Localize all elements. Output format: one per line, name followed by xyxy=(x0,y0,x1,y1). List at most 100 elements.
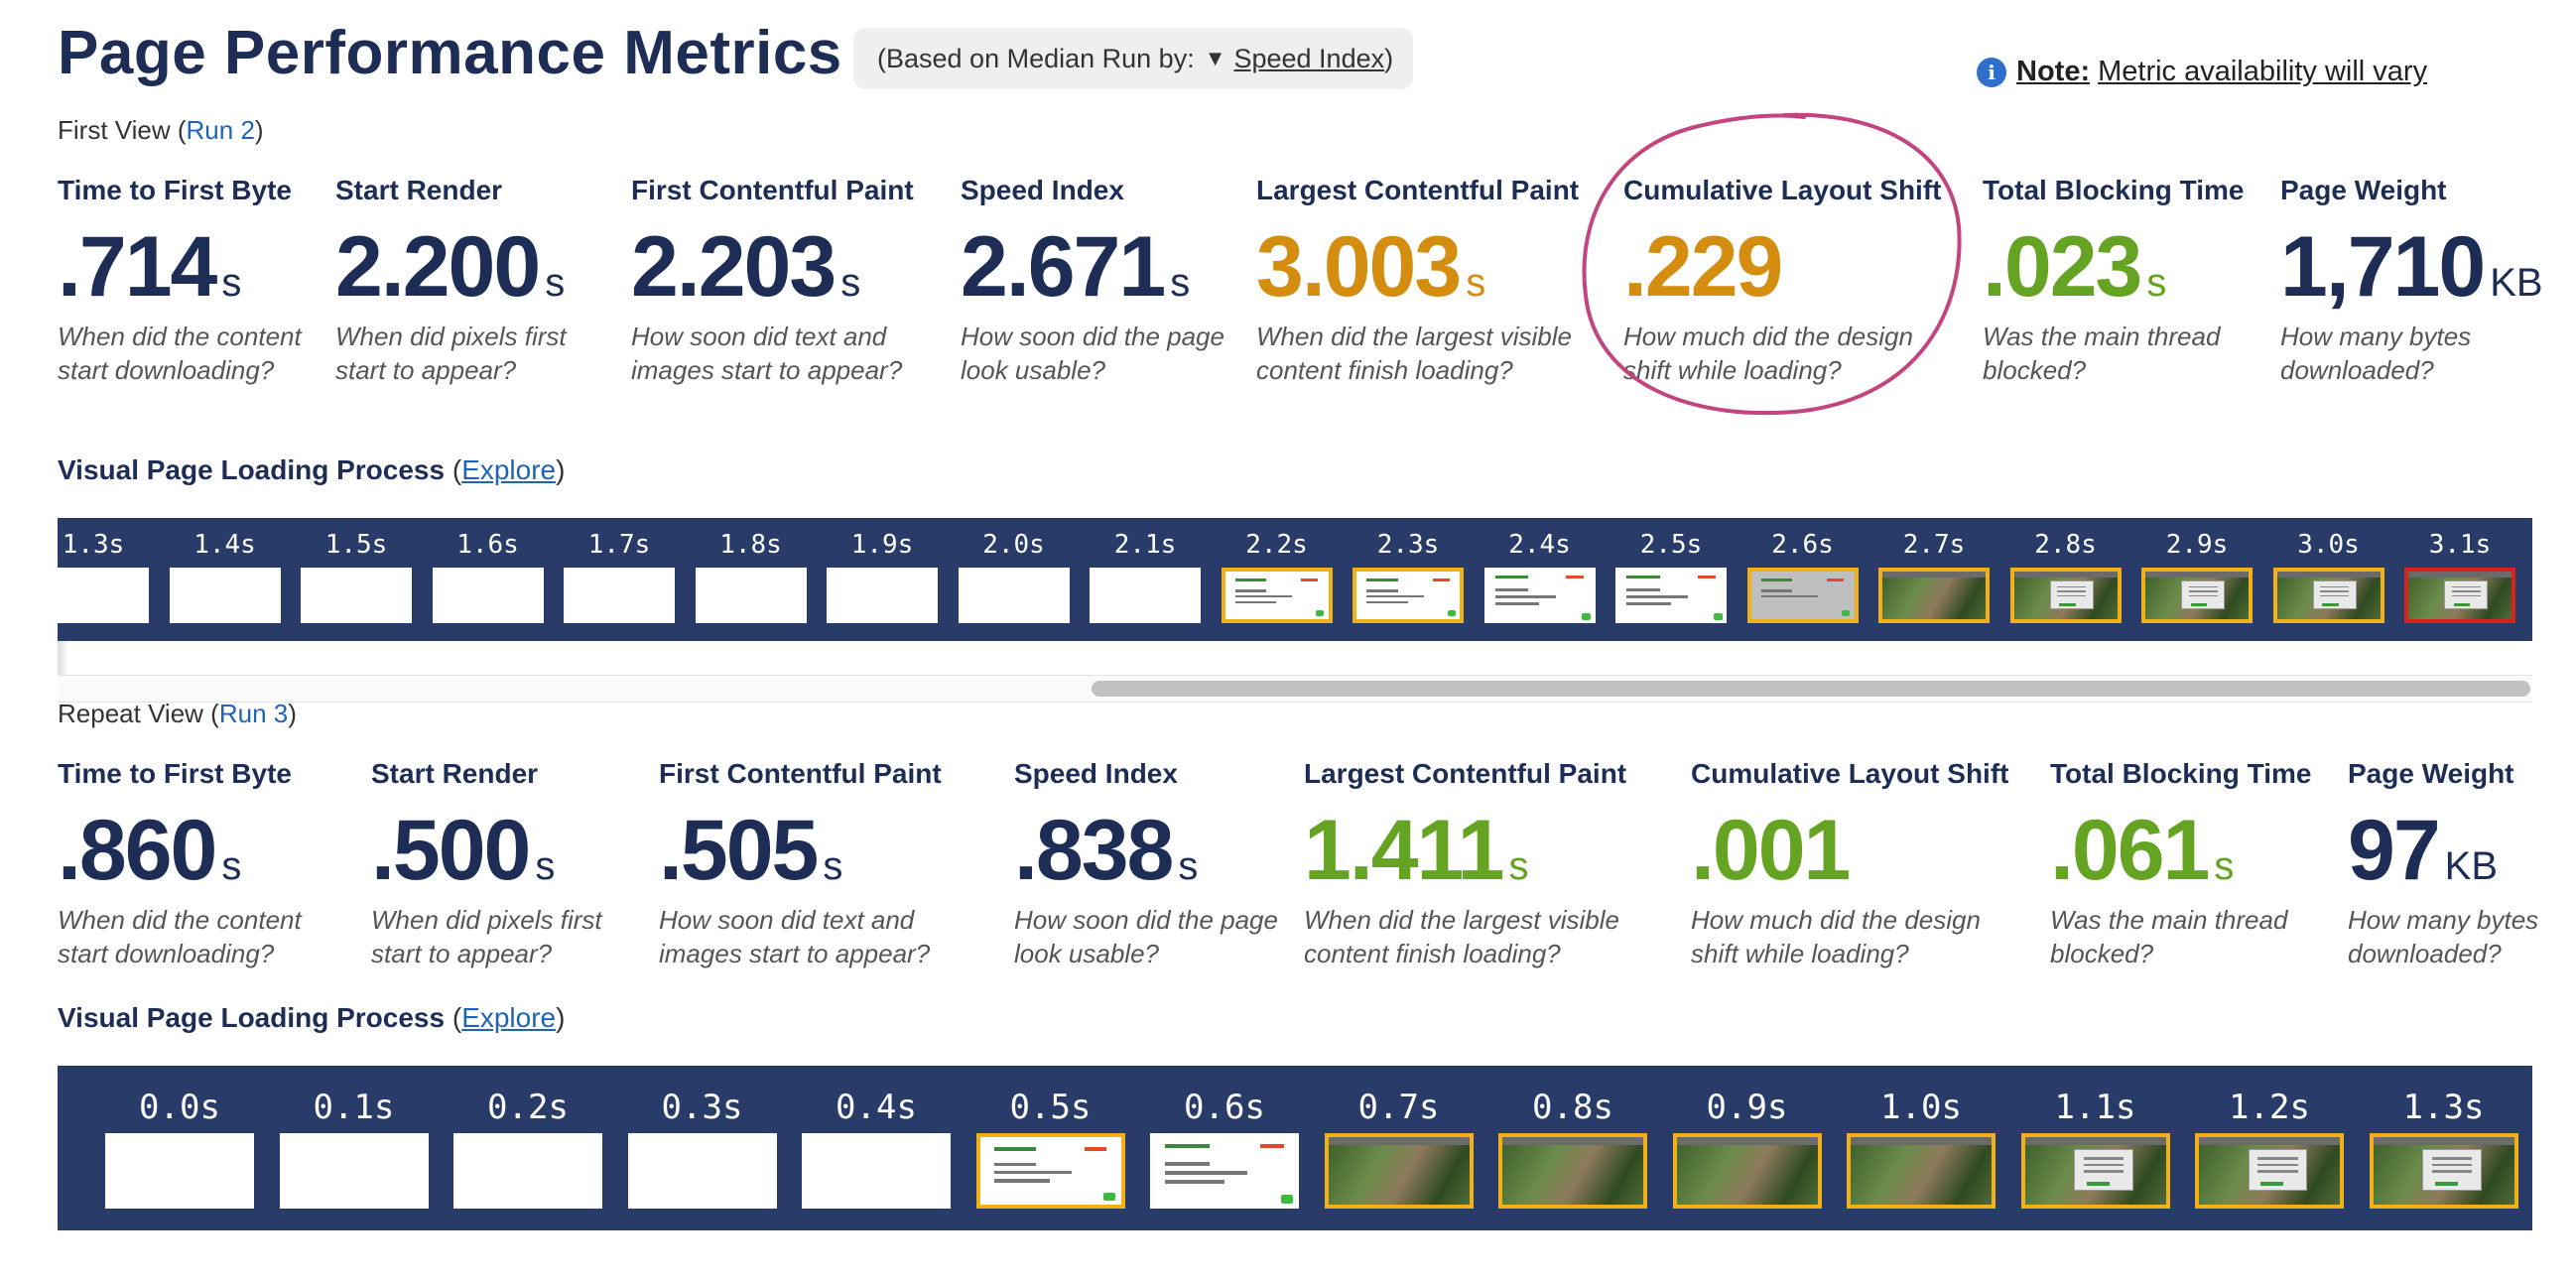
frame-thumbnail[interactable] xyxy=(1746,568,1859,623)
filmstrip-frame[interactable]: 2.9s xyxy=(2141,518,2253,641)
frame-thumbnail[interactable] xyxy=(1352,568,1464,623)
frame-thumbnail[interactable] xyxy=(1090,568,1201,623)
filmstrip-frame[interactable]: 0.8s xyxy=(1498,1066,1647,1230)
filmstrip-frame[interactable]: 2.8s xyxy=(2009,518,2122,641)
metric-unit: s xyxy=(823,844,843,888)
note-text[interactable]: Metric availability will vary xyxy=(2098,56,2427,88)
metric-number: 97 xyxy=(2348,803,2441,898)
filmstrip-frame[interactable]: 2.0s xyxy=(958,518,1070,641)
filmstrip-frame[interactable]: 1.3s xyxy=(2369,1066,2518,1230)
frame-time: 2.9s xyxy=(2165,530,2229,560)
frame-time: 3.0s xyxy=(2297,530,2360,560)
frame-thumbnail[interactable] xyxy=(1847,1133,1996,1209)
repeat-view-run-link[interactable]: Run 3 xyxy=(219,699,288,728)
frame-time: 2.5s xyxy=(1639,530,1703,560)
first-view-filmstrip[interactable]: 1.3s 1.4s 1.5s 1.6s 1.7s 1.8s 1.9s 2.0s 2.1s 2.2s… xyxy=(58,518,2532,641)
frame-thumbnail[interactable] xyxy=(301,568,412,623)
filmstrip-frame[interactable]: 0.3s xyxy=(627,1066,777,1230)
filmstrip-frame[interactable]: 0.1s xyxy=(279,1066,429,1230)
frame-thumbnail[interactable] xyxy=(564,568,675,623)
median-metric-link[interactable]: Speed Index xyxy=(1233,44,1384,74)
filmstrip-frame[interactable]: 1.0s xyxy=(1847,1066,1996,1230)
frame-time: 2.1s xyxy=(1113,530,1177,560)
frame-thumbnail[interactable] xyxy=(279,1133,429,1209)
frame-thumbnail[interactable] xyxy=(627,1133,777,1209)
frame-thumbnail[interactable] xyxy=(453,1133,602,1209)
frame-time: 1.0s xyxy=(1880,1088,1962,1127)
caret-down-icon[interactable]: ▼ xyxy=(1205,46,1226,71)
filmstrip-frame[interactable]: 2.3s xyxy=(1352,518,1464,641)
filmstrip-frame[interactable]: 1.6s xyxy=(432,518,544,641)
frame-thumbnail[interactable] xyxy=(2404,568,2515,623)
first-view-label: First View ( xyxy=(58,115,187,145)
metric-label: Cumulative Layout Shift xyxy=(1691,758,2009,789)
metric-description: When did the content start downloading? xyxy=(58,905,302,968)
filmstrip-frame[interactable]: 1.8s xyxy=(695,518,807,641)
filmstrip-frame[interactable]: 2.4s xyxy=(1483,518,1596,641)
repeat-view-explore-link[interactable]: Explore xyxy=(461,1002,556,1033)
frame-thumbnail[interactable] xyxy=(2369,1133,2518,1209)
frame-thumbnail[interactable] xyxy=(1498,1133,1647,1209)
filmstrip-frame[interactable]: 0.2s xyxy=(453,1066,602,1230)
metric-number: 3.003 xyxy=(1256,219,1462,315)
filmstrip-frame[interactable]: 1.3s xyxy=(58,518,149,641)
filmstrip-frame[interactable]: 2.5s xyxy=(1615,518,1727,641)
filmstrip-frame[interactable]: 1.1s xyxy=(2020,1066,2170,1230)
frame-thumbnail[interactable] xyxy=(802,1133,951,1209)
metric-note[interactable]: i Note: Metric availability will vary xyxy=(1977,56,2427,88)
filmstrip-frame[interactable]: 2.7s xyxy=(1878,518,1990,641)
frame-thumbnail[interactable] xyxy=(2141,568,2253,623)
filmstrip-frame[interactable]: 2.6s xyxy=(1746,518,1859,641)
frame-thumbnail[interactable] xyxy=(2195,1133,2344,1209)
frame-thumbnail[interactable] xyxy=(432,568,544,623)
metric-description: How many bytes downloaded? xyxy=(2280,321,2472,385)
filmstrip-frame[interactable]: 1.9s xyxy=(827,518,938,641)
filmstrip-frame[interactable]: 3.1s xyxy=(2404,518,2515,641)
filmstrip-frame[interactable]: 0.4s xyxy=(802,1066,951,1230)
repeat-view-heading: Repeat View (Run 3) xyxy=(58,699,297,729)
filmstrip-frame[interactable]: 1.4s xyxy=(169,518,281,641)
filmstrip-frame[interactable]: 1.7s xyxy=(564,518,675,641)
filmstrip-frame[interactable]: 1.2s xyxy=(2195,1066,2344,1230)
filmstrip-frame[interactable]: 1.5s xyxy=(301,518,412,641)
frame-time: 1.7s xyxy=(587,530,651,560)
filmstrip-frame[interactable]: 0.9s xyxy=(1672,1066,1822,1230)
frame-thumbnail[interactable] xyxy=(1483,568,1596,623)
frame-thumbnail[interactable] xyxy=(2272,568,2384,623)
filmstrip-frame[interactable]: 0.0s xyxy=(105,1066,254,1230)
frame-time: 1.1s xyxy=(2054,1088,2136,1127)
filmstrip-frame[interactable]: 0.7s xyxy=(1324,1066,1474,1230)
frame-thumbnail[interactable] xyxy=(1672,1133,1822,1209)
frame-thumbnail[interactable] xyxy=(169,568,281,623)
frame-thumbnail[interactable] xyxy=(1150,1133,1299,1209)
filmstrip-frame[interactable]: 2.2s xyxy=(1221,518,1333,641)
filmstrip-scrollbar-thumb[interactable] xyxy=(1092,681,2530,697)
frame-thumbnail[interactable] xyxy=(695,568,807,623)
metric-first-contentful-paint: First Contentful Paint 2.203 s How soon did… xyxy=(631,175,949,387)
median-run-selector[interactable]: (Based on Median Run by: ▼ Speed Index ) xyxy=(853,28,1413,89)
first-view-run-link[interactable]: Run 2 xyxy=(187,115,255,145)
first-view-explore-link[interactable]: Explore xyxy=(461,454,556,485)
metric-value: 1.411 s xyxy=(1304,808,1671,893)
metric-label: Start Render xyxy=(371,758,539,789)
frame-thumbnail[interactable] xyxy=(827,568,938,623)
frame-thumbnail[interactable] xyxy=(975,1133,1125,1209)
frame-thumbnail[interactable] xyxy=(1324,1133,1474,1209)
filmstrip-frame[interactable]: 0.5s xyxy=(975,1066,1125,1230)
frame-thumbnail[interactable] xyxy=(1221,568,1333,623)
frame-thumbnail[interactable] xyxy=(2009,568,2122,623)
filmstrip-frame[interactable]: 0.6s xyxy=(1150,1066,1299,1230)
filmstrip-frame[interactable]: 2.1s xyxy=(1090,518,1201,641)
frame-thumbnail[interactable] xyxy=(58,568,149,623)
frame-time: 0.7s xyxy=(1357,1088,1440,1127)
filmstrip-frame[interactable]: 3.0s xyxy=(2272,518,2384,641)
frame-thumbnail[interactable] xyxy=(1615,568,1727,623)
frame-time: 2.0s xyxy=(982,530,1045,560)
frame-thumbnail[interactable] xyxy=(105,1133,254,1209)
frame-thumbnail[interactable] xyxy=(958,568,1070,623)
frame-time: 1.3s xyxy=(2402,1088,2485,1127)
frame-thumbnail[interactable] xyxy=(1878,568,1990,623)
repeat-view-filmstrip[interactable]: 0.0s 0.1s 0.2s 0.3s 0.4s 0.5s 0.6s 0.7s 0.8s 0.9s… xyxy=(58,1066,2532,1230)
frame-thumbnail[interactable] xyxy=(2020,1133,2170,1209)
metric-total-blocking-time: Total Blocking Time .061 s Was the main thr… xyxy=(2050,758,2338,970)
